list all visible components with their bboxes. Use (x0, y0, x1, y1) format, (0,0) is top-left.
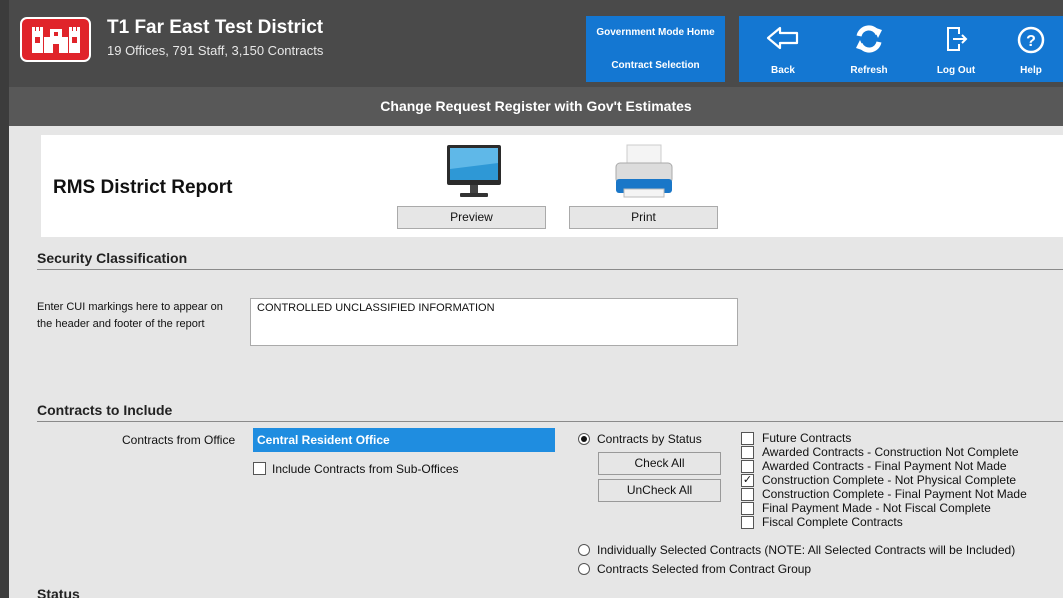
office-label: Contracts from Office (122, 433, 236, 447)
help-icon: ? (1017, 26, 1045, 54)
uncheck-all-button[interactable]: UnCheck All (598, 479, 721, 502)
status-heading: Status (37, 586, 80, 598)
status-checkbox-label: Construction Complete - Not Physical Com… (762, 473, 1017, 487)
status-checkbox-label: Final Payment Made - Not Fiscal Complete (762, 501, 991, 515)
usace-castle-logo (20, 17, 91, 62)
cui-label: Enter CUI markings here to appear on the… (37, 301, 223, 330)
report-panel: RMS District Report Preview Print (41, 135, 1063, 237)
back-arrow-icon (766, 26, 799, 50)
window-frame (0, 0, 9, 598)
individually-selected-label: Individually Selected Contracts (NOTE: A… (597, 543, 1016, 557)
report-title: RMS District Report (53, 177, 233, 198)
contracts-by-status-radio[interactable] (578, 433, 590, 445)
org-subtitle: 19 Offices, 791 Staff, 3,150 Contracts (107, 43, 324, 58)
contract-group-label: Contracts Selected from Contract Group (597, 562, 812, 576)
help-label: Help (1020, 65, 1042, 76)
office-select[interactable]: Central Resident Office (253, 428, 555, 452)
logout-icon (947, 27, 968, 51)
app-header: T1 Far East Test District 19 Offices, 79… (9, 0, 1063, 87)
page-title: Change Request Register with Gov't Estim… (9, 87, 1063, 126)
status-checkbox[interactable] (741, 516, 754, 529)
back-button[interactable]: Back (739, 16, 827, 82)
log-out-button[interactable]: Log Out (912, 16, 1000, 82)
print-button[interactable]: Print (569, 206, 718, 229)
printer-icon (612, 143, 676, 204)
contracts-by-status-label: Contracts by Status (597, 432, 702, 446)
refresh-label: Refresh (850, 65, 888, 76)
section-divider (37, 269, 1063, 270)
svg-text:?: ? (1026, 33, 1036, 50)
contract-group-radio[interactable] (578, 563, 590, 575)
individually-selected-radio[interactable] (578, 544, 590, 556)
section-divider (37, 421, 1063, 422)
refresh-icon (856, 25, 882, 53)
status-checkbox-label: Construction Complete - Final Payment No… (762, 487, 1027, 501)
status-checkbox[interactable]: ✓ (741, 474, 754, 487)
status-checkbox[interactable] (741, 446, 754, 459)
status-checkbox[interactable] (741, 488, 754, 501)
include-sub-offices-label: Include Contracts from Sub-Offices (272, 462, 459, 476)
refresh-button[interactable]: Refresh (825, 16, 913, 82)
back-label: Back (771, 65, 795, 76)
status-checkbox[interactable] (741, 432, 754, 445)
status-checkbox-label: Awarded Contracts - Final Payment Not Ma… (762, 459, 1007, 473)
status-checkbox[interactable] (741, 502, 754, 515)
org-title: T1 Far East Test District (107, 17, 324, 38)
status-checkbox[interactable] (741, 460, 754, 473)
government-mode-home-button[interactable]: Government Mode Home (586, 16, 725, 49)
cui-markings-input[interactable]: CONTROLLED UNCLASSIFIED INFORMATION (250, 298, 738, 346)
security-classification-heading: Security Classification (37, 250, 188, 266)
include-sub-offices-checkbox[interactable] (253, 462, 266, 475)
status-checkbox-label: Fiscal Complete Contracts (762, 515, 903, 529)
status-checkbox-label: Future Contracts (762, 431, 852, 445)
log-out-label: Log Out (936, 65, 976, 76)
check-all-button[interactable]: Check All (598, 452, 721, 475)
status-checkbox-label: Awarded Contracts - Construction Not Com… (762, 445, 1019, 459)
contract-selection-button[interactable]: Contract Selection (586, 49, 725, 82)
monitor-icon (444, 143, 504, 204)
contracts-to-include-heading: Contracts to Include (37, 402, 173, 418)
help-button[interactable]: ? Help (999, 16, 1063, 82)
preview-button[interactable]: Preview (397, 206, 546, 229)
